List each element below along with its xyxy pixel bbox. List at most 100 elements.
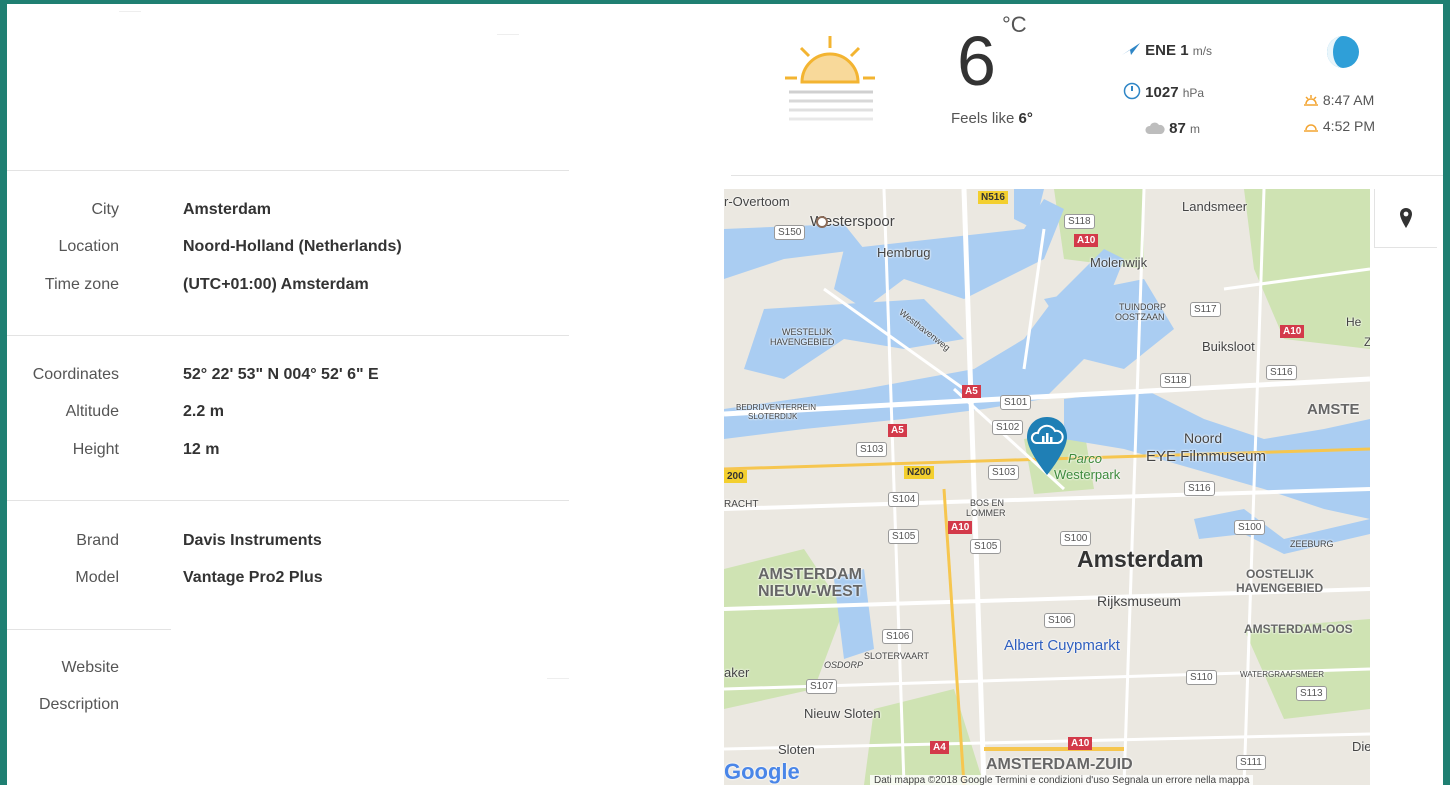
- road-s116b: S116: [1184, 481, 1215, 496]
- map-label-havengebied: HAVENGEBIED: [770, 337, 835, 347]
- map-label-amsterdam-zuid: AMSTERDAM-ZUID: [986, 756, 1133, 773]
- map-label-amste: AMSTE: [1307, 401, 1360, 418]
- feels-like: Feels like 6°: [951, 110, 1033, 127]
- temperature-unit: °C: [1002, 12, 1027, 37]
- sunset-info: 4:52 PM: [1303, 118, 1375, 134]
- temperature-value: 6: [957, 22, 996, 100]
- road-s100a: S100: [1060, 531, 1092, 546]
- map-label-aker: aker: [724, 665, 750, 680]
- map-label-amsterdam-oos: AMSTERDAM-OOS: [1244, 622, 1353, 636]
- station-map[interactable]: r-Overtoom Westerspoor Hembrug Landsmeer…: [724, 189, 1370, 785]
- station-marker-icon[interactable]: [1024, 415, 1070, 479]
- map-label-molenwijk: Molenwijk: [1090, 255, 1148, 270]
- weather-summary: 6 °C Feels like 6° ENE 1 m/s 1027 hPa 87…: [731, 4, 1443, 176]
- height-label: Height: [72, 441, 119, 458]
- location-value: Noord-Holland (Netherlands): [183, 238, 402, 255]
- road-a10b: A10: [1280, 325, 1305, 338]
- map-label-amsterdam-nw2: NIEUW-WEST: [758, 583, 863, 600]
- cloud-value: 87: [1169, 120, 1186, 137]
- road-n200: N200: [904, 466, 934, 479]
- map-location-button[interactable]: [1374, 189, 1437, 248]
- coordinates-label: Coordinates: [32, 366, 119, 383]
- map-label-oostelijk: OOSTELIJK: [1246, 567, 1315, 581]
- row-timezone: Time zone (UTC+01:00) Amsterdam: [7, 276, 567, 300]
- cloud-icon: [1145, 122, 1165, 134]
- map-label-zeeburg: ZEEBURG: [1290, 539, 1334, 549]
- sun-haze-icon: [785, 36, 875, 121]
- map-label-slotervaart: SLOTERVAART: [864, 651, 930, 661]
- map-pin-icon: [1400, 208, 1412, 228]
- section-divider: [7, 335, 569, 336]
- road-a4: A4: [930, 741, 949, 754]
- pressure-gauge-icon: [1123, 82, 1141, 100]
- map-label-noord: Noord: [1184, 430, 1223, 446]
- sunset-icon: [1304, 124, 1318, 132]
- location-label: Location: [58, 238, 120, 255]
- wind-direction-icon: [1122, 43, 1140, 55]
- road-s107: S107: [806, 679, 838, 694]
- map-label-bos-en: BOS EN: [970, 498, 1005, 508]
- row-altitude: Altitude 2.2 m: [7, 403, 567, 427]
- wind-dir: ENE: [1145, 42, 1177, 59]
- map-label-racht: RACHT: [724, 499, 759, 510]
- road-s118a: S118: [1064, 214, 1095, 229]
- cloud-info: 87 m: [1145, 120, 1200, 137]
- road-s104: S104: [888, 492, 920, 507]
- section-divider: [7, 629, 171, 630]
- map-label-albert: Albert Cuypmarkt: [1004, 637, 1120, 654]
- wind-unit: m/s: [1192, 44, 1213, 58]
- row-description: Description: [7, 696, 567, 720]
- road-s100b: S100: [1234, 520, 1266, 535]
- google-logo: Google: [724, 759, 800, 784]
- map-label-z: Z: [1364, 335, 1370, 349]
- map-label-watergraafsmeer: WATERGRAAFSMEER: [1240, 670, 1325, 679]
- cloud-unit: m: [1190, 122, 1201, 136]
- road-s116a: S116: [1266, 365, 1297, 380]
- altitude-value: 2.2 m: [183, 403, 224, 420]
- brand-value: Davis Instruments: [183, 532, 322, 549]
- road-n200b: 200: [724, 470, 747, 483]
- road-s118b: S118: [1160, 373, 1191, 388]
- model-value: Vantage Pro2 Plus: [183, 569, 323, 586]
- row-city: City Amsterdam: [7, 201, 567, 225]
- map-label-landsmeer: Landsmeer: [1182, 199, 1248, 214]
- section-divider: [7, 500, 569, 501]
- road-s150: S150: [774, 225, 806, 240]
- road-s111: S111: [1236, 755, 1266, 770]
- road-a10a: A10: [1074, 234, 1099, 247]
- wind-info: ENE 1 m/s: [1121, 42, 1212, 59]
- road-s102: S102: [992, 420, 1024, 435]
- road-a10d: A10: [1068, 737, 1093, 750]
- coordinates-value: 52° 22' 53" N 004° 52' 6" E: [183, 366, 379, 383]
- map-label-amsterdam: Amsterdam: [1077, 546, 1204, 572]
- feels-like-prefix: Feels like: [951, 110, 1015, 127]
- road-s106a: S106: [1044, 613, 1076, 628]
- map-label-rijksmuseum: Rijksmuseum: [1097, 593, 1182, 609]
- map-label-amsterdam-nw1: AMSTERDAM: [758, 566, 862, 583]
- height-value: 12 m: [183, 441, 220, 458]
- road-s110: S110: [1186, 670, 1217, 685]
- city-value: Amsterdam: [183, 201, 272, 218]
- map-label-he: He: [1346, 315, 1362, 329]
- map-label-bedrijven: BEDRIJVENTERREIN: [736, 403, 817, 412]
- road-s103b: S103: [988, 465, 1020, 480]
- sunrise-icon: [1304, 95, 1318, 106]
- road-n516: N516: [978, 191, 1008, 204]
- map-label-havengebied2: HAVENGEBIED: [1236, 581, 1324, 595]
- map-label-osdorp: OSDORP: [824, 660, 864, 670]
- map-label-buiksloot: Buiksloot: [1202, 339, 1255, 354]
- map-attribution[interactable]: Dati mappa ©2018 Google Termini e condiz…: [870, 775, 1254, 785]
- place-marker-icon: [816, 216, 828, 228]
- road-s105b: S105: [970, 539, 1002, 554]
- moon-phase-icon: [1327, 36, 1359, 68]
- pressure-info: 1027 hPa: [1123, 82, 1204, 101]
- top-line: [497, 34, 519, 35]
- row-location: Location Noord-Holland (Netherlands): [7, 238, 567, 262]
- city-label: City: [91, 201, 119, 218]
- timezone-label: Time zone: [44, 276, 119, 293]
- row-coordinates: Coordinates 52° 22' 53" N 004° 52' 6" E: [7, 366, 567, 390]
- sunrise-time: 8:47 AM: [1322, 92, 1375, 108]
- wind-speed: 1: [1180, 42, 1189, 59]
- map-label-hembrug: Hembrug: [877, 245, 931, 260]
- road-s101: S101: [1000, 395, 1032, 410]
